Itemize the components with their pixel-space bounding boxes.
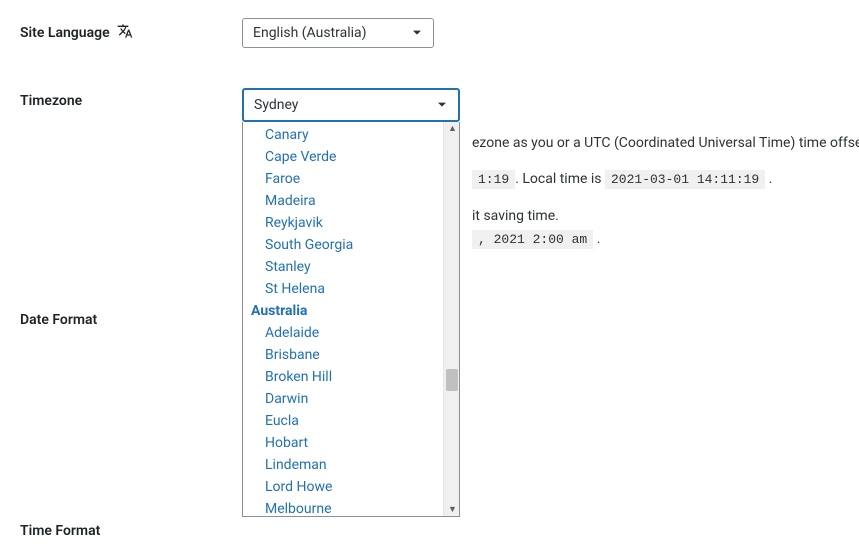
date-format-label: Date Format — [20, 307, 242, 328]
dropdown-scrollbar[interactable]: ▲ ▼ — [443, 122, 459, 516]
site-language-value: English (Australia) — [253, 25, 367, 41]
scroll-up-icon[interactable]: ▲ — [448, 123, 457, 134]
timezone-value: Sydney — [254, 97, 298, 113]
dst-change-code: , 2021 2:00 am — [472, 230, 593, 249]
chevron-down-icon — [409, 25, 425, 41]
timezone-option[interactable]: Brisbane — [243, 344, 443, 366]
utc-time-code: 1:19 — [472, 170, 515, 189]
timezone-optgroup: Australia — [243, 300, 443, 322]
timezone-option[interactable]: Stanley — [243, 256, 443, 278]
timezone-option[interactable]: Adelaide — [243, 322, 443, 344]
timezone-option[interactable]: Hobart — [243, 432, 443, 454]
timezone-option[interactable]: Broken Hill — [243, 366, 443, 388]
timezone-help-line1: ezone as you or a UTC (Coordinated Unive… — [472, 132, 859, 154]
timezone-option[interactable]: Canary — [243, 124, 443, 146]
timezone-option[interactable]: Reykjavik — [243, 212, 443, 234]
timezone-option[interactable]: Darwin — [243, 388, 443, 410]
timezone-help-line3: it saving time. — [472, 205, 859, 227]
time-format-label: Time Format — [20, 518, 242, 539]
timezone-option[interactable]: Eucla — [243, 410, 443, 432]
translate-icon — [117, 23, 133, 39]
timezone-select[interactable]: Sydney — [242, 88, 460, 122]
timezone-dropdown[interactable]: Canary Cape Verde Faroe Madeira Reykjavi… — [242, 122, 460, 517]
timezone-option-list: Canary Cape Verde Faroe Madeira Reykjavi… — [243, 122, 443, 516]
timezone-label: Timezone — [20, 88, 242, 109]
timezone-help-line4: , 2021 2:00 am . — [472, 228, 859, 251]
timezone-option[interactable]: Lindeman — [243, 454, 443, 476]
timezone-option[interactable]: Madeira — [243, 190, 443, 212]
chevron-down-icon — [434, 97, 450, 113]
site-language-select[interactable]: English (Australia) — [242, 18, 434, 48]
timezone-option[interactable]: Melbourne — [243, 498, 443, 516]
timezone-option[interactable]: Lord Howe — [243, 476, 443, 498]
scrollbar-thumb[interactable] — [446, 369, 458, 391]
site-language-label: Site Language — [20, 18, 242, 41]
timezone-option[interactable]: St Helena — [243, 278, 443, 300]
timezone-option[interactable]: Cape Verde — [243, 146, 443, 168]
timezone-option[interactable]: South Georgia — [243, 234, 443, 256]
timezone-help-line2: 1:19. Local time is 2021-03-01 14:11:19 … — [472, 168, 859, 191]
timezone-option[interactable]: Faroe — [243, 168, 443, 190]
local-time-code: 2021-03-01 14:11:19 — [605, 170, 765, 189]
